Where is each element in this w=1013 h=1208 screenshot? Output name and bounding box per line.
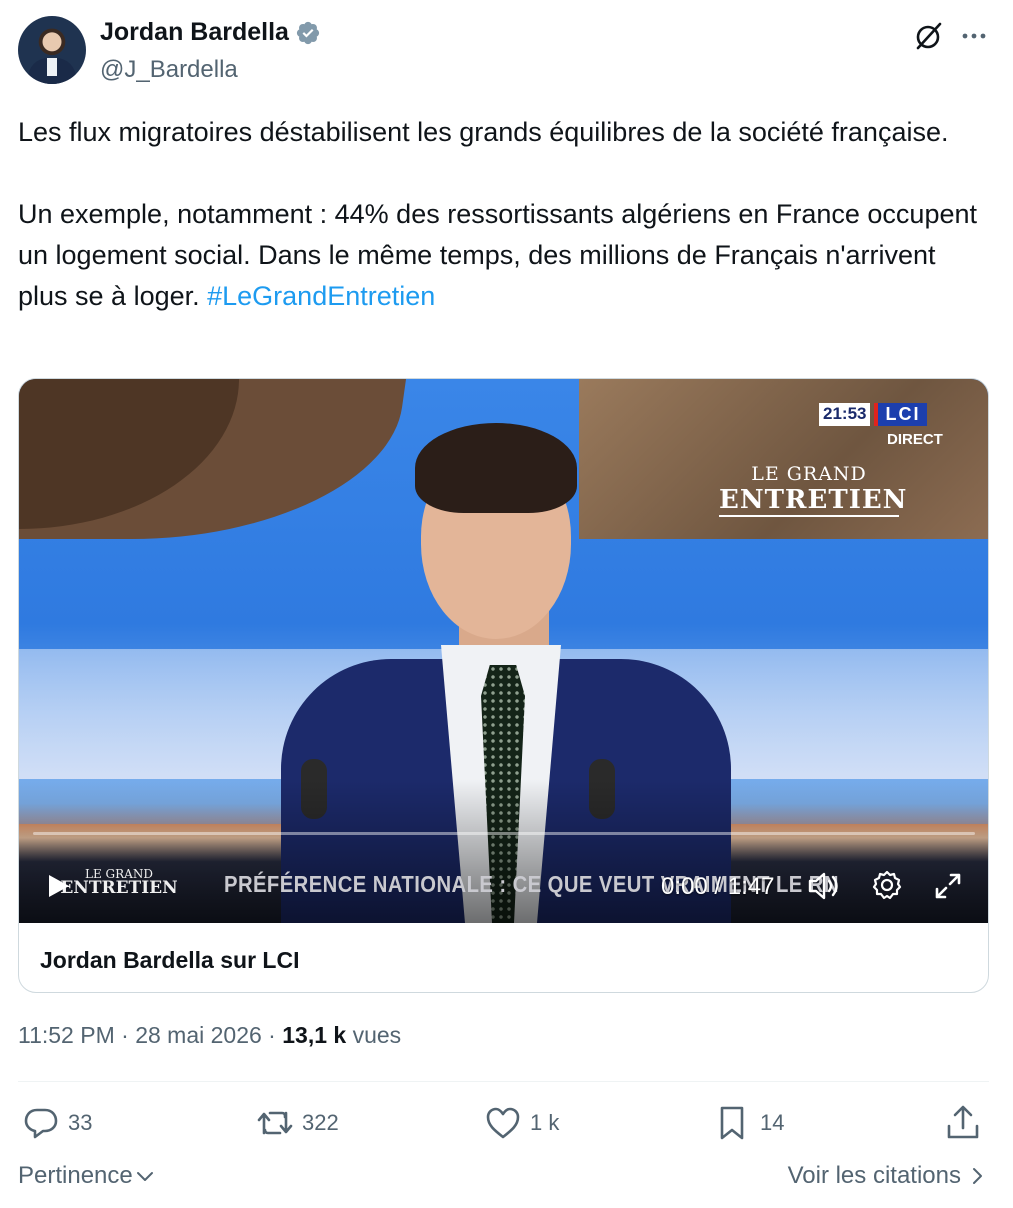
tweet-time[interactable]: 11:52 PM [18,1022,115,1048]
volume-icon[interactable] [807,871,843,901]
hashtag-link[interactable]: #LeGrandEntretien [207,281,435,311]
author-display-name[interactable]: Jordan Bardella [100,18,289,47]
author-avatar[interactable] [18,16,86,84]
video-progress-bar[interactable] [33,832,975,835]
fullscreen-icon[interactable] [933,871,963,901]
grok-icon[interactable] [913,20,945,52]
action-bar: 33 322 1 k 14 [18,1100,993,1150]
like-button[interactable]: 1 k [484,1100,559,1146]
view-quotes-link[interactable]: Voir les citations [788,1162,987,1190]
repost-count: 322 [302,1110,339,1135]
live-label: DIRECT [887,431,943,448]
reply-icon [24,1108,58,1139]
video-controls-scrim [19,779,988,923]
views-label: vues [346,1022,402,1048]
reply-button[interactable]: 33 [22,1100,92,1146]
bookmark-icon [720,1106,744,1140]
show-logo-top: LE GRAND [751,463,867,485]
tweet-body: Les flux migratoires déstabilisent les g… [18,117,977,311]
avatar-collar [47,58,57,76]
video-time: 0:00 / 1:47 [661,873,775,900]
verified-badge-icon [296,21,320,44]
heart-icon [486,1107,520,1139]
views-count: 13,1 k [282,1022,347,1048]
tweet-header: Jordan Bardella @J_Bardella [18,16,993,88]
bookmark-count: 14 [760,1110,785,1135]
channel-bug: 21:53 LCI [819,403,928,426]
more-options-icon[interactable] [959,22,989,50]
author-name-row: Jordan Bardella [100,18,321,47]
lower-third-logo: LE GRAND ENTRETIEN [59,867,179,898]
lower-logo-bottom: ENTRETIEN [60,878,178,898]
channel-clock: 21:53 [819,403,871,426]
tweet-date[interactable]: 28 mai 2026 [135,1022,262,1048]
meta-separator: · [114,1022,136,1048]
bookmark-button[interactable]: 14 [714,1100,784,1146]
video-player[interactable]: 21:53 LCI DIRECT LE GRAND ENTRETIEN LE G… [19,379,988,923]
speaker-hair [415,423,577,513]
video-card-title[interactable]: Jordan Bardella sur LCI [40,947,299,974]
play-icon[interactable] [45,873,71,899]
divider [18,1081,989,1082]
repost-button[interactable]: 322 [256,1100,339,1146]
chevron-right-icon [973,1168,982,1184]
meta-separator: · [261,1022,283,1048]
view-quotes-label: Voir les citations [787,1162,961,1189]
channel-logo: LCI [874,403,928,426]
show-logo: LE GRAND ENTRETIEN [719,463,908,517]
repost-icon [257,1111,293,1135]
reply-count: 33 [68,1110,93,1135]
tweet-meta: 11:52 PM · 28 mai 2026 · 13,1 k vues [18,1022,401,1049]
settings-gear-icon[interactable] [871,869,903,901]
share-button[interactable] [944,1100,982,1146]
chevron-down-icon [136,1172,153,1181]
sort-replies-dropdown[interactable]: Pertinence [18,1162,155,1190]
author-handle[interactable]: @J_Bardella [100,56,238,84]
video-card[interactable]: 21:53 LCI DIRECT LE GRAND ENTRETIEN LE G… [18,378,989,993]
share-icon [947,1105,979,1139]
like-count: 1 k [530,1110,560,1135]
sort-label: Pertinence [18,1162,133,1189]
tweet-text: Les flux migratoires déstabilisent les g… [18,112,978,317]
show-logo-bottom: ENTRETIEN [719,485,908,517]
